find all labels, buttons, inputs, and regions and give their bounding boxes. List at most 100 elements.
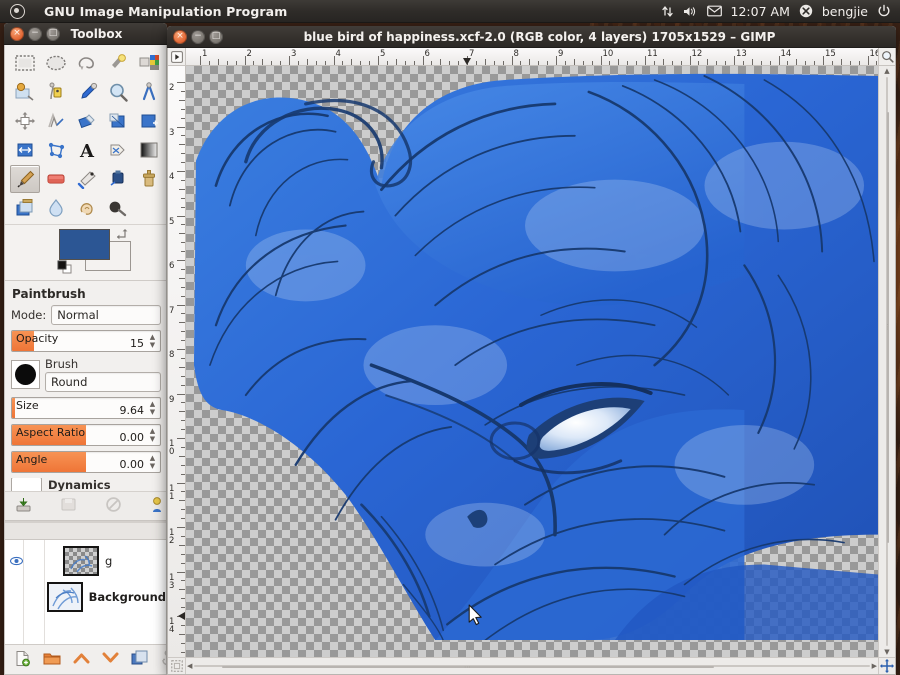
image-window-titlebar[interactable]: × − □ blue bird of happiness.xcf-2.0 (RG…	[167, 26, 896, 48]
crop-tool[interactable]	[72, 107, 102, 135]
network-icon[interactable]	[661, 5, 674, 18]
heal-tool[interactable]	[10, 194, 40, 222]
paths-tool[interactable]	[41, 78, 71, 106]
reset-tool-options-icon[interactable]	[150, 496, 164, 516]
eraser-tool[interactable]	[41, 165, 71, 193]
menu-arrow-icon[interactable]	[168, 48, 186, 66]
select-by-color-tool[interactable]	[134, 49, 164, 77]
ellipse-select-tool[interactable]	[41, 49, 71, 77]
vertical-ruler[interactable]: 23456789101112131415	[168, 66, 186, 657]
vertical-scroll-track[interactable]: ⋮	[884, 77, 891, 646]
measure-tool[interactable]	[134, 78, 164, 106]
zoom-image-icon[interactable]	[878, 48, 895, 66]
new-layer-icon[interactable]	[14, 650, 31, 670]
ruler-tick	[177, 349, 185, 350]
brush-thumbnail[interactable]	[11, 360, 40, 389]
restore-tool-options-icon[interactable]	[60, 496, 77, 516]
ruler-minor-tick	[520, 61, 522, 65]
quick-mask-icon[interactable]	[168, 657, 186, 674]
airbrush-tool[interactable]	[72, 165, 102, 193]
list-item[interactable]: Background	[5, 579, 166, 615]
dynamics-thumbnail[interactable]	[11, 478, 42, 491]
smudge-tool[interactable]	[72, 194, 102, 222]
image-canvas[interactable]	[186, 66, 878, 657]
brush-select[interactable]: Round	[45, 372, 161, 392]
raise-layer-icon[interactable]	[73, 651, 90, 668]
size-stepper[interactable]: ▲ ▼	[147, 398, 158, 418]
horizontal-scroll-thumb[interactable]: ⋯	[222, 663, 714, 671]
scroll-up-icon[interactable]: ▲	[883, 66, 890, 76]
opacity-slider[interactable]: Opacity 15 ▲ ▼	[11, 330, 161, 352]
maximize-button[interactable]: □	[46, 26, 60, 41]
tool-options-title: Paintbrush	[12, 287, 86, 301]
opacity-stepper[interactable]: ▲ ▼	[147, 331, 158, 351]
scale-tool[interactable]	[134, 107, 164, 135]
user-avatar-icon[interactable]	[799, 4, 813, 18]
horizontal-ruler[interactable]: 12345678910111213141516	[186, 48, 878, 66]
swap-colors-icon[interactable]	[115, 227, 129, 243]
vertical-scrollbar[interactable]: ▲ ⋮ ▼	[878, 66, 895, 657]
horizontal-scroll-track[interactable]: ⋯	[194, 663, 870, 671]
anchor-layer-icon[interactable]	[160, 649, 166, 670]
paintbrush-tool[interactable]	[10, 165, 40, 193]
toolbox-titlebar[interactable]: × − □ Toolbox	[4, 23, 167, 45]
scroll-right-icon[interactable]: ▶	[871, 661, 878, 671]
scroll-down-icon[interactable]: ▼	[883, 647, 890, 657]
foreground-color-swatch[interactable]	[59, 229, 110, 260]
clone-tool[interactable]	[134, 165, 164, 193]
mode-select[interactable]: Normal	[51, 305, 161, 325]
delete-tool-options-icon[interactable]	[105, 496, 122, 516]
minimize-button[interactable]: −	[28, 26, 42, 41]
size-slider[interactable]: Size 9.64 ▲ ▼	[11, 397, 161, 419]
close-button[interactable]: ×	[10, 26, 24, 41]
alignment-tool[interactable]	[41, 107, 71, 135]
layer-thumbnail[interactable]	[46, 582, 83, 612]
dodge-burn-tool[interactable]	[103, 194, 133, 222]
layer-thumbnail[interactable]	[63, 546, 99, 576]
list-item[interactable]: g	[5, 543, 166, 579]
move-tool[interactable]	[10, 107, 40, 135]
fuzzy-select-tool[interactable]	[103, 49, 133, 77]
lower-layer-icon[interactable]	[102, 651, 119, 668]
volume-icon[interactable]	[683, 5, 698, 18]
ubuntu-logo-icon[interactable]	[0, 0, 34, 23]
horizontal-scrollbar[interactable]: ◀ ⋯ ▶	[186, 657, 878, 674]
layer-visibility-icon[interactable]	[9, 556, 23, 566]
text-tool[interactable]: A	[72, 136, 102, 164]
navigation-preview-icon[interactable]	[878, 657, 895, 674]
username-label[interactable]: bengjie	[822, 4, 868, 19]
ruler-minor-tick	[181, 402, 185, 404]
minimize-button[interactable]: −	[191, 29, 205, 44]
aspect-ratio-slider[interactable]: Aspect Ratio 0.00 ▲ ▼	[11, 424, 161, 446]
rotate-tool[interactable]	[103, 107, 133, 135]
perspective-tool[interactable]	[41, 136, 71, 164]
free-select-tool[interactable]	[72, 49, 102, 77]
layers-dock: g Background	[5, 521, 166, 674]
ruler-tick	[177, 126, 185, 128]
shear-tool[interactable]	[10, 136, 40, 164]
color-picker-tool[interactable]	[72, 78, 102, 106]
flip-tool[interactable]	[103, 136, 133, 164]
layers-dock-tabs[interactable]	[5, 523, 166, 540]
ruler-minor-tick	[876, 61, 878, 65]
rect-select-tool[interactable]	[10, 49, 40, 77]
new-layer-group-icon[interactable]	[43, 650, 61, 669]
vertical-scroll-thumb[interactable]: ⋮	[884, 112, 891, 543]
duplicate-layer-icon[interactable]	[131, 650, 148, 669]
blur-sharpen-tool[interactable]	[41, 194, 71, 222]
maximize-button[interactable]: □	[209, 29, 223, 44]
save-tool-options-icon[interactable]	[15, 496, 32, 516]
angle-stepper[interactable]: ▲ ▼	[147, 452, 158, 472]
aspect-ratio-stepper[interactable]: ▲ ▼	[147, 425, 158, 445]
clock[interactable]: 12:07 AM	[731, 4, 790, 19]
ink-tool[interactable]	[103, 165, 133, 193]
mail-icon[interactable]	[706, 5, 722, 17]
angle-slider[interactable]: Angle 0.00 ▲ ▼	[11, 451, 161, 473]
close-button[interactable]: ×	[173, 29, 187, 44]
gradient-tool[interactable]	[134, 136, 164, 164]
scroll-left-icon[interactable]: ◀	[186, 661, 193, 671]
zoom-tool[interactable]	[103, 78, 133, 106]
scissors-select-tool[interactable]	[10, 78, 40, 106]
reset-colors-icon[interactable]	[57, 260, 72, 277]
power-icon[interactable]	[877, 4, 891, 18]
